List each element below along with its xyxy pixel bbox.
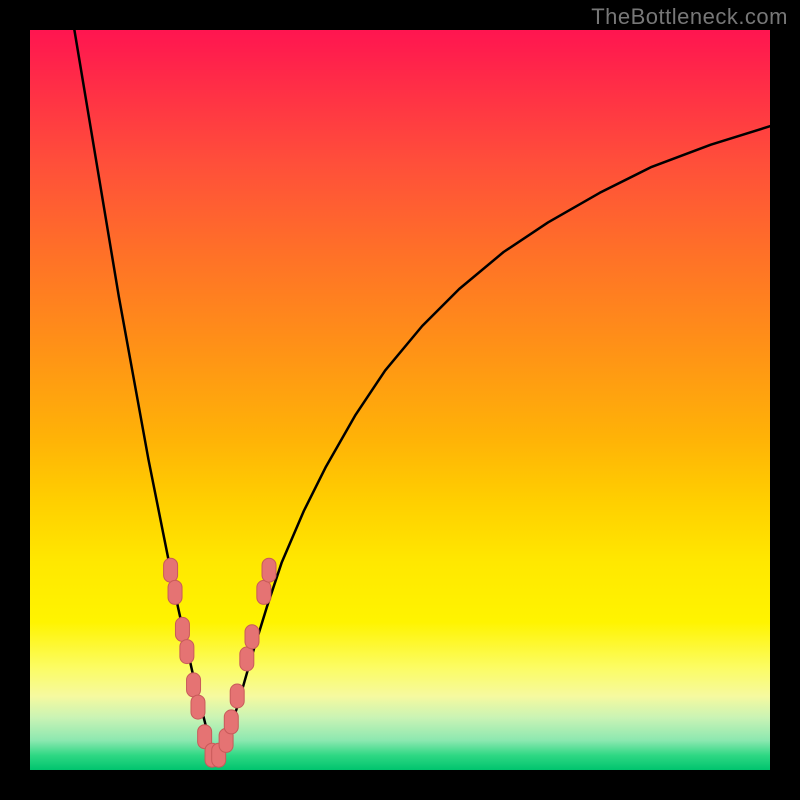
marker-point [175, 617, 189, 641]
marker-point [262, 558, 276, 582]
marker-point [191, 695, 205, 719]
marker-point [240, 647, 254, 671]
marker-point [257, 580, 271, 604]
series-right-branch [215, 126, 770, 759]
marker-point [224, 710, 238, 734]
marker-point [187, 673, 201, 697]
plot-area [30, 30, 770, 770]
watermark-text: TheBottleneck.com [591, 4, 788, 30]
marker-point [164, 558, 178, 582]
chart-svg [30, 30, 770, 770]
chart-frame: TheBottleneck.com [0, 0, 800, 800]
marker-point [245, 625, 259, 649]
marker-point [180, 640, 194, 664]
marker-point [168, 580, 182, 604]
series-group [74, 30, 770, 759]
marker-point [230, 684, 244, 708]
marker-group [164, 558, 276, 767]
